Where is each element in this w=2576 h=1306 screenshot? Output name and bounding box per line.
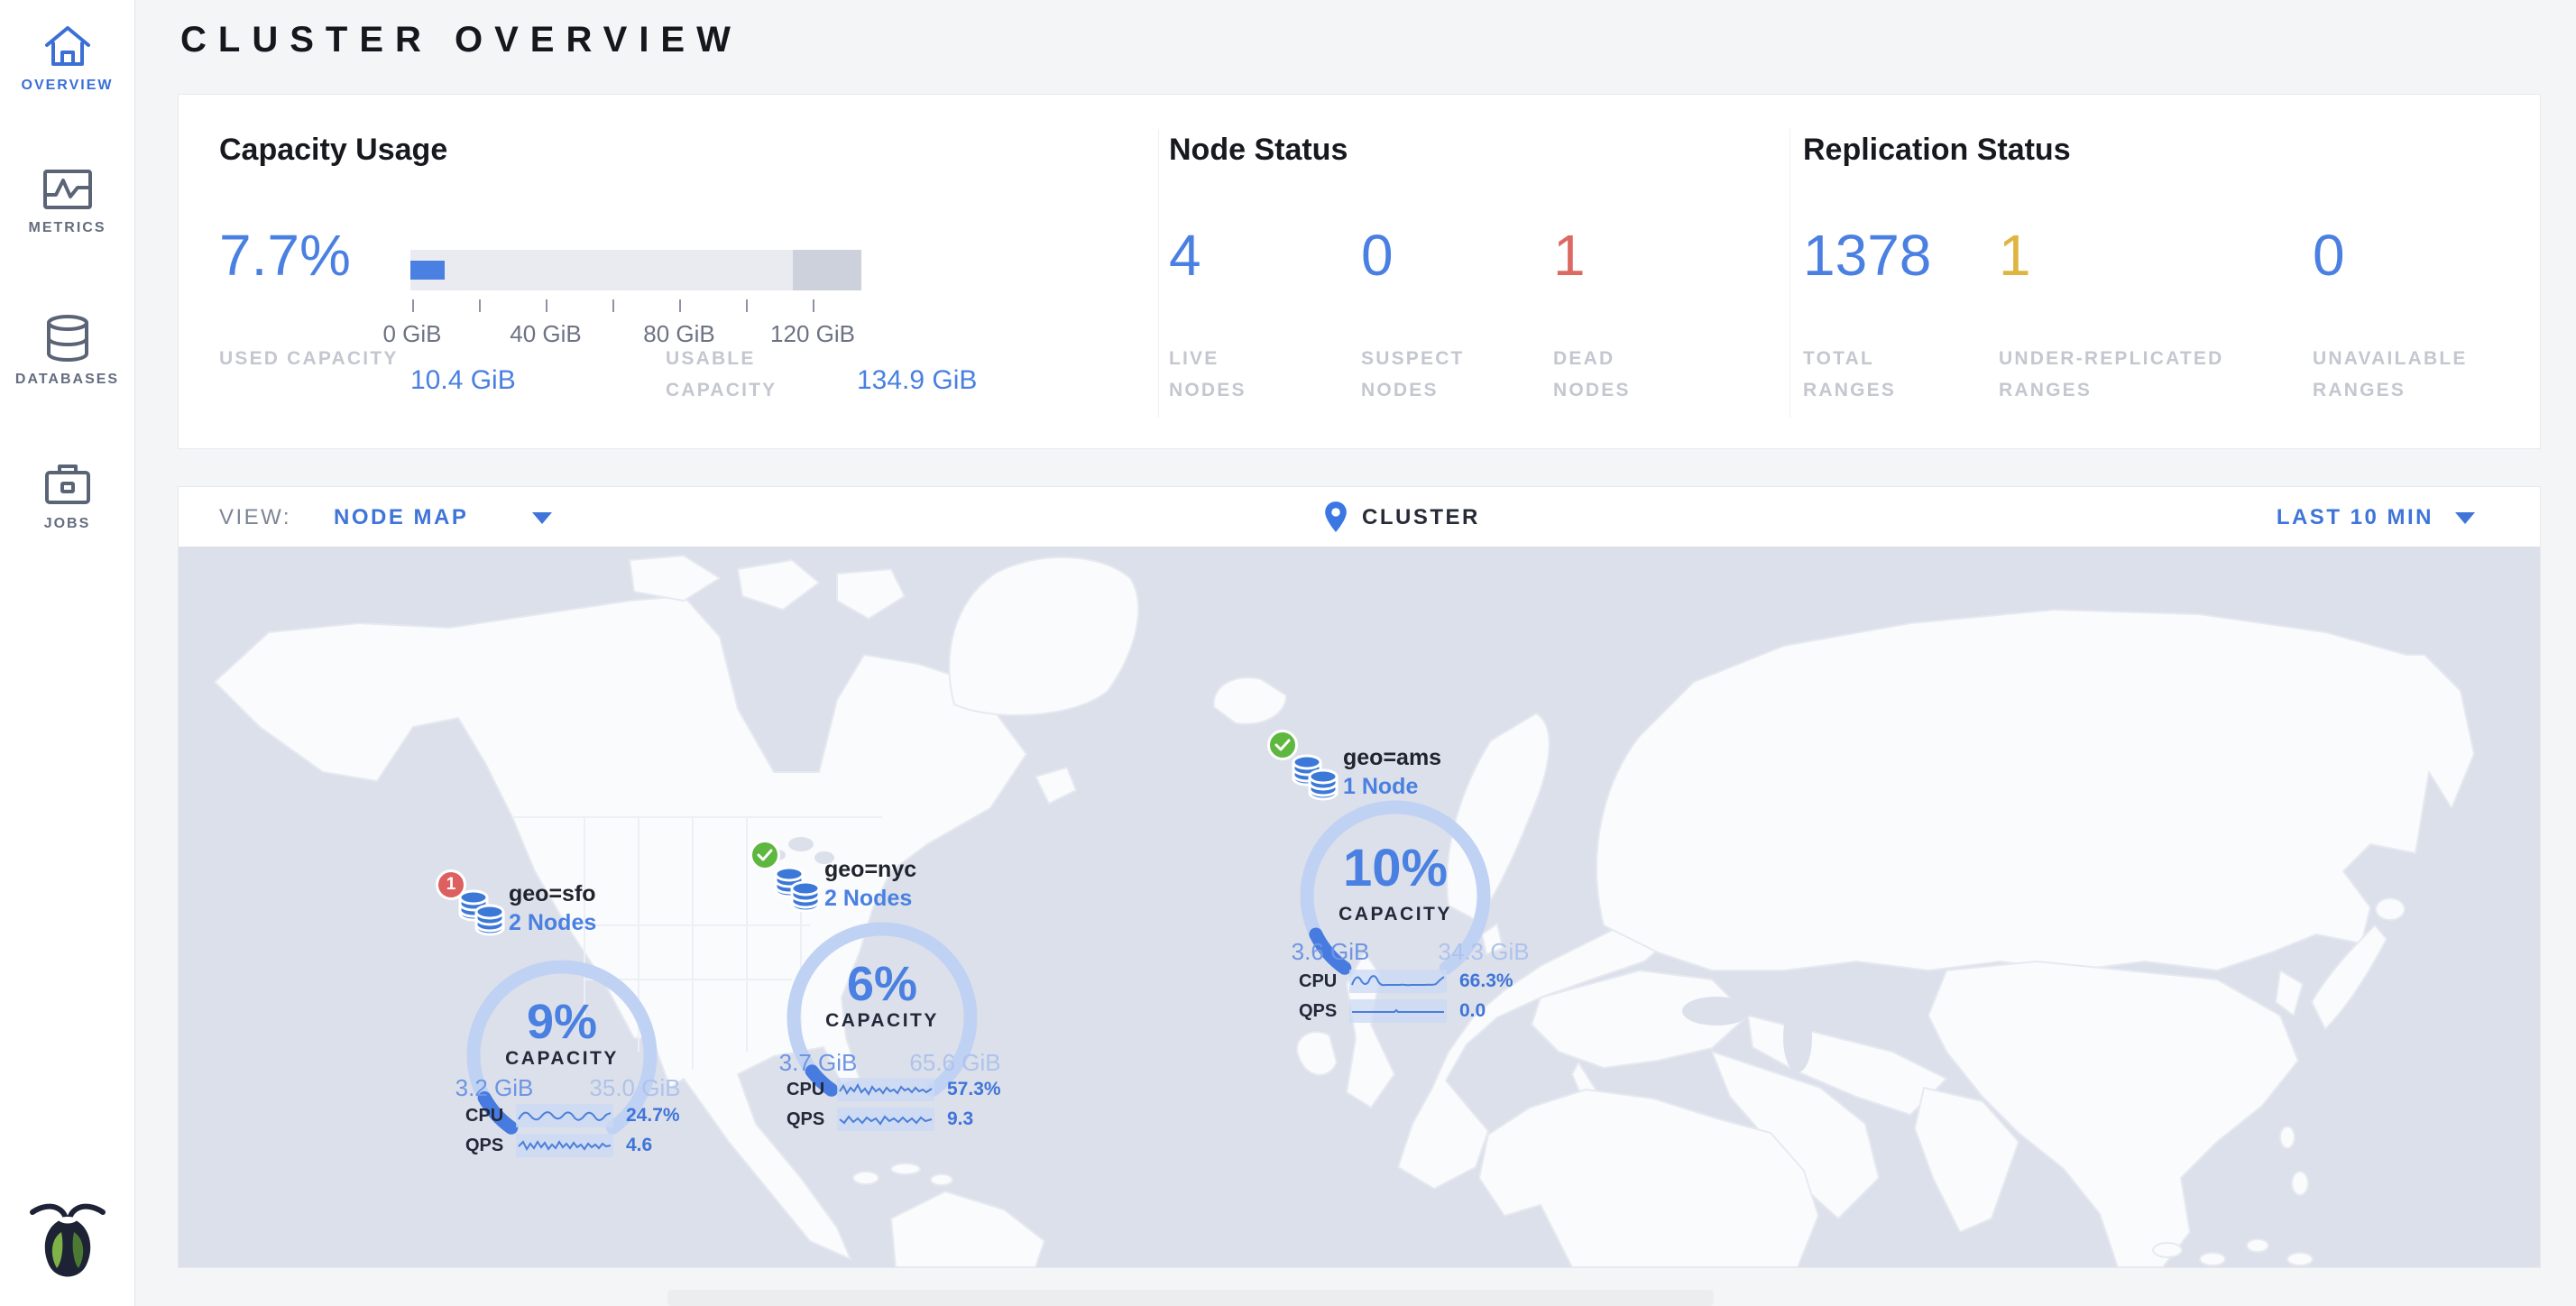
suspect-nodes-value: 0 (1361, 226, 1394, 284)
locality-name: geo=sfo (509, 881, 596, 907)
node-stack-icon (457, 888, 506, 944)
qps-value: 0.0 (1459, 1000, 1486, 1022)
live-nodes-label: LIVE NODES (1169, 344, 1295, 406)
cluster-overview-screen: OVERVIEW METRICS DATABASES (0, 0, 2576, 1306)
locality-name: geo=nyc (824, 857, 916, 883)
sidebar-item-databases[interactable]: DATABASES (0, 314, 134, 388)
unavailable-ranges-value: 0 (2313, 226, 2345, 284)
unavailable-ranges-label: UNAVAILABLE RANGES (2313, 344, 2520, 406)
jobs-icon (42, 460, 93, 507)
capacity-caption: CAPACITY (778, 1010, 986, 1032)
healthy-check-badge (1267, 730, 1298, 760)
sidebar-item-label: OVERVIEW (0, 78, 134, 94)
cpu-value: 66.3% (1459, 970, 1513, 992)
used-capacity-label: USED CAPACITY (219, 344, 409, 375)
page-title: CLUSTER OVERVIEW (180, 20, 742, 60)
view-dropdown[interactable]: NODE MAP (334, 505, 468, 530)
cpu-value: 57.3% (947, 1079, 1001, 1100)
capacity-caption: CAPACITY (1292, 904, 1499, 925)
qps-label: QPS (465, 1136, 516, 1156)
node-status-title: Node Status (1169, 133, 1348, 168)
cpu-label: CPU (465, 1106, 516, 1127)
map-pin-icon (1323, 501, 1348, 533)
total-ranges-label: TOTAL RANGES (1803, 344, 1938, 406)
qps-sparkline (516, 1134, 613, 1157)
cpu-value: 24.7% (626, 1105, 680, 1127)
usable-capacity-label: USABLE CAPACITY (666, 344, 855, 406)
qps-sparkline (1349, 999, 1447, 1023)
healthy-check-badge (750, 840, 780, 870)
capacity-percent: 6% (778, 960, 986, 1008)
time-range-dropdown[interactable]: LAST 10 MIN (2277, 505, 2433, 530)
qps-label: QPS (1299, 1001, 1349, 1022)
sidebar-item-label: DATABASES (0, 372, 134, 388)
under-replicated-ranges-label: UNDER-REPLICATED RANGES (1999, 344, 2269, 406)
locality-node-count: 2 Nodes (509, 910, 596, 936)
replication-status-title: Replication Status (1803, 133, 2071, 168)
home-icon (41, 23, 94, 69)
map-card: VIEW: NODE MAP CLUSTER LAST 10 MIN (178, 486, 2541, 1268)
qps-value: 9.3 (947, 1108, 973, 1130)
capacity-bar-used (410, 261, 445, 280)
map-toolbar: VIEW: NODE MAP CLUSTER LAST 10 MIN (179, 487, 2540, 547)
cockroach-logo (25, 1196, 110, 1290)
capacity-axis (410, 299, 861, 312)
node-map: 1 geo=sfo 2 Nodes 9% CAPACITY (179, 547, 2540, 1267)
locality-name: geo=ams (1343, 745, 1441, 771)
used-capacity-value: 10.4 GiB (410, 365, 516, 396)
capacity-percent: 9% (458, 998, 666, 1046)
sidebar-item-overview[interactable]: OVERVIEW (0, 23, 134, 94)
dead-nodes-value: 1 (1553, 226, 1586, 284)
capacity-bar-reserved (793, 250, 861, 290)
total-capacity: 65.6 GiB (909, 1049, 1000, 1077)
check-icon (1274, 739, 1291, 751)
divider (1789, 129, 1790, 418)
capacity-percent: 7.7% (219, 226, 351, 284)
used-capacity: 3.6 GiB (1292, 938, 1370, 966)
suspect-nodes-label: SUSPECT NODES (1361, 344, 1505, 406)
check-icon (757, 849, 773, 861)
chevron-down-icon[interactable] (2455, 512, 2475, 524)
qps-sparkline (837, 1108, 934, 1131)
node-stack-icon (1291, 753, 1339, 809)
live-nodes-value: 4 (1169, 226, 1201, 284)
axis-tick-label: 40 GiB (510, 320, 582, 348)
cpu-sparkline (837, 1078, 934, 1101)
databases-icon (44, 314, 91, 363)
sidebar-item-label: METRICS (0, 220, 134, 236)
capacity-percent: 10% (1292, 842, 1499, 895)
breadcrumb-cluster[interactable]: CLUSTER (1362, 505, 1480, 530)
capacity-bar (410, 250, 861, 290)
summary-card: Capacity Usage Node Status Replication S… (178, 94, 2541, 449)
sidebar-item-label: JOBS (0, 516, 134, 532)
qps-label: QPS (787, 1109, 837, 1130)
chevron-down-icon[interactable] (532, 512, 552, 524)
qps-value: 4.6 (626, 1135, 652, 1156)
view-label: VIEW: (219, 505, 291, 530)
used-capacity: 3.7 GiB (779, 1049, 858, 1077)
sidebar-item-jobs[interactable]: JOBS (0, 460, 134, 532)
capacity-caption: CAPACITY (458, 1048, 666, 1070)
metrics-icon (41, 168, 94, 211)
locality-node-count: 2 Nodes (824, 886, 912, 912)
dead-node-badge: 1 (436, 869, 466, 900)
cpu-label: CPU (787, 1080, 837, 1100)
locality-node-count: 1 Node (1343, 774, 1418, 800)
sidebar: OVERVIEW METRICS DATABASES (0, 0, 135, 1306)
node-stack-icon (773, 865, 822, 921)
total-ranges-value: 1378 (1803, 226, 1931, 284)
total-capacity: 35.0 GiB (589, 1074, 680, 1102)
divider (1158, 129, 1159, 418)
used-capacity: 3.2 GiB (455, 1074, 534, 1102)
sidebar-item-metrics[interactable]: METRICS (0, 168, 134, 236)
usable-capacity-value: 134.9 GiB (857, 365, 977, 396)
under-replicated-ranges-value: 1 (1999, 226, 2031, 284)
cpu-label: CPU (1299, 971, 1349, 992)
cpu-sparkline (1349, 970, 1447, 993)
capacity-usage-title: Capacity Usage (219, 133, 447, 168)
total-capacity: 34.3 GiB (1438, 938, 1529, 966)
dead-nodes-label: DEAD NODES (1553, 344, 1679, 406)
cpu-sparkline (516, 1104, 613, 1127)
next-card-peek (667, 1290, 1714, 1306)
